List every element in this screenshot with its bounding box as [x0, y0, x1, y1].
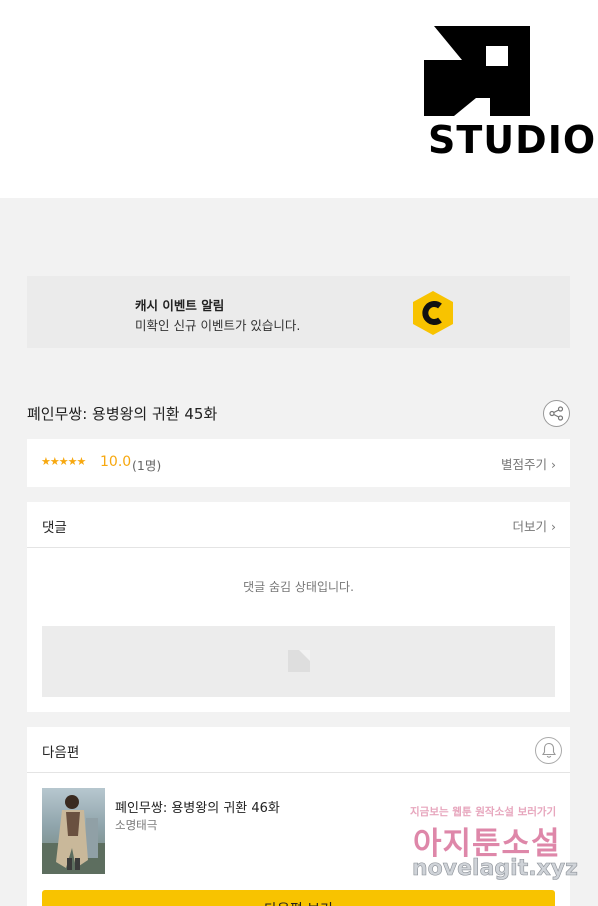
comments-panel: 댓글 더보기 › 댓글 숨김 상태입니다.	[27, 502, 570, 712]
rating-stars: ★★★★★	[41, 455, 86, 468]
cash-event-title: 캐시 이벤트 알림	[135, 298, 225, 313]
image-placeholder-icon	[288, 650, 310, 672]
episode-title: 폐인무쌍: 용병왕의 귀환 45화	[27, 405, 218, 423]
next-episode-author: 소명태극	[115, 818, 158, 832]
rating-count: (1명)	[132, 458, 162, 473]
next-episode-label: 다음편	[42, 745, 80, 761]
comments-hidden-message: 댓글 숨김 상태입니다.	[243, 580, 354, 594]
share-button[interactable]	[543, 400, 570, 427]
next-episode-title[interactable]: 폐인무쌍: 용병왕의 귀환 46화	[115, 797, 280, 816]
thumbnail-illustration	[42, 795, 105, 874]
watermark-tagline: 지금보는 웹툰 원작소설 보러가기	[410, 806, 557, 818]
next-episode-thumbnail[interactable]	[42, 788, 105, 874]
site-watermark: 지금보는 웹툰 원작소설 보러가기 아지툰소설 novelagit.xyz	[410, 804, 580, 890]
rating-panel: ★★★★★ 10.0 (1명) 별점주기 ›	[27, 439, 570, 487]
comments-label: 댓글	[42, 520, 67, 536]
cash-event-banner[interactable]: 캐시 이벤트 알림 미확인 신규 이벤트가 있습니다.	[27, 276, 570, 348]
cash-coin-icon	[413, 291, 453, 335]
bell-icon	[542, 742, 556, 758]
share-icon	[549, 406, 564, 421]
cash-event-description: 미확인 신규 이벤트가 있습니다.	[135, 318, 301, 333]
comments-more-link[interactable]: 더보기 ›	[513, 516, 556, 535]
logo-wordmark: STUDIO	[428, 118, 597, 162]
rate-button[interactable]: 별점주기 ›	[501, 454, 556, 473]
notification-button[interactable]	[535, 737, 562, 764]
watermark-url: novelagit.xyz	[412, 856, 579, 882]
next-episode-button[interactable]: 다음편 보기	[42, 890, 555, 906]
top-banner[interactable]: STUDIO	[0, 0, 598, 198]
comments-header: 댓글 더보기 ›	[27, 502, 570, 548]
next-episode-header: 다음편	[27, 727, 570, 773]
comment-ad-placeholder	[42, 626, 555, 697]
rating-score: 10.0	[100, 454, 132, 470]
